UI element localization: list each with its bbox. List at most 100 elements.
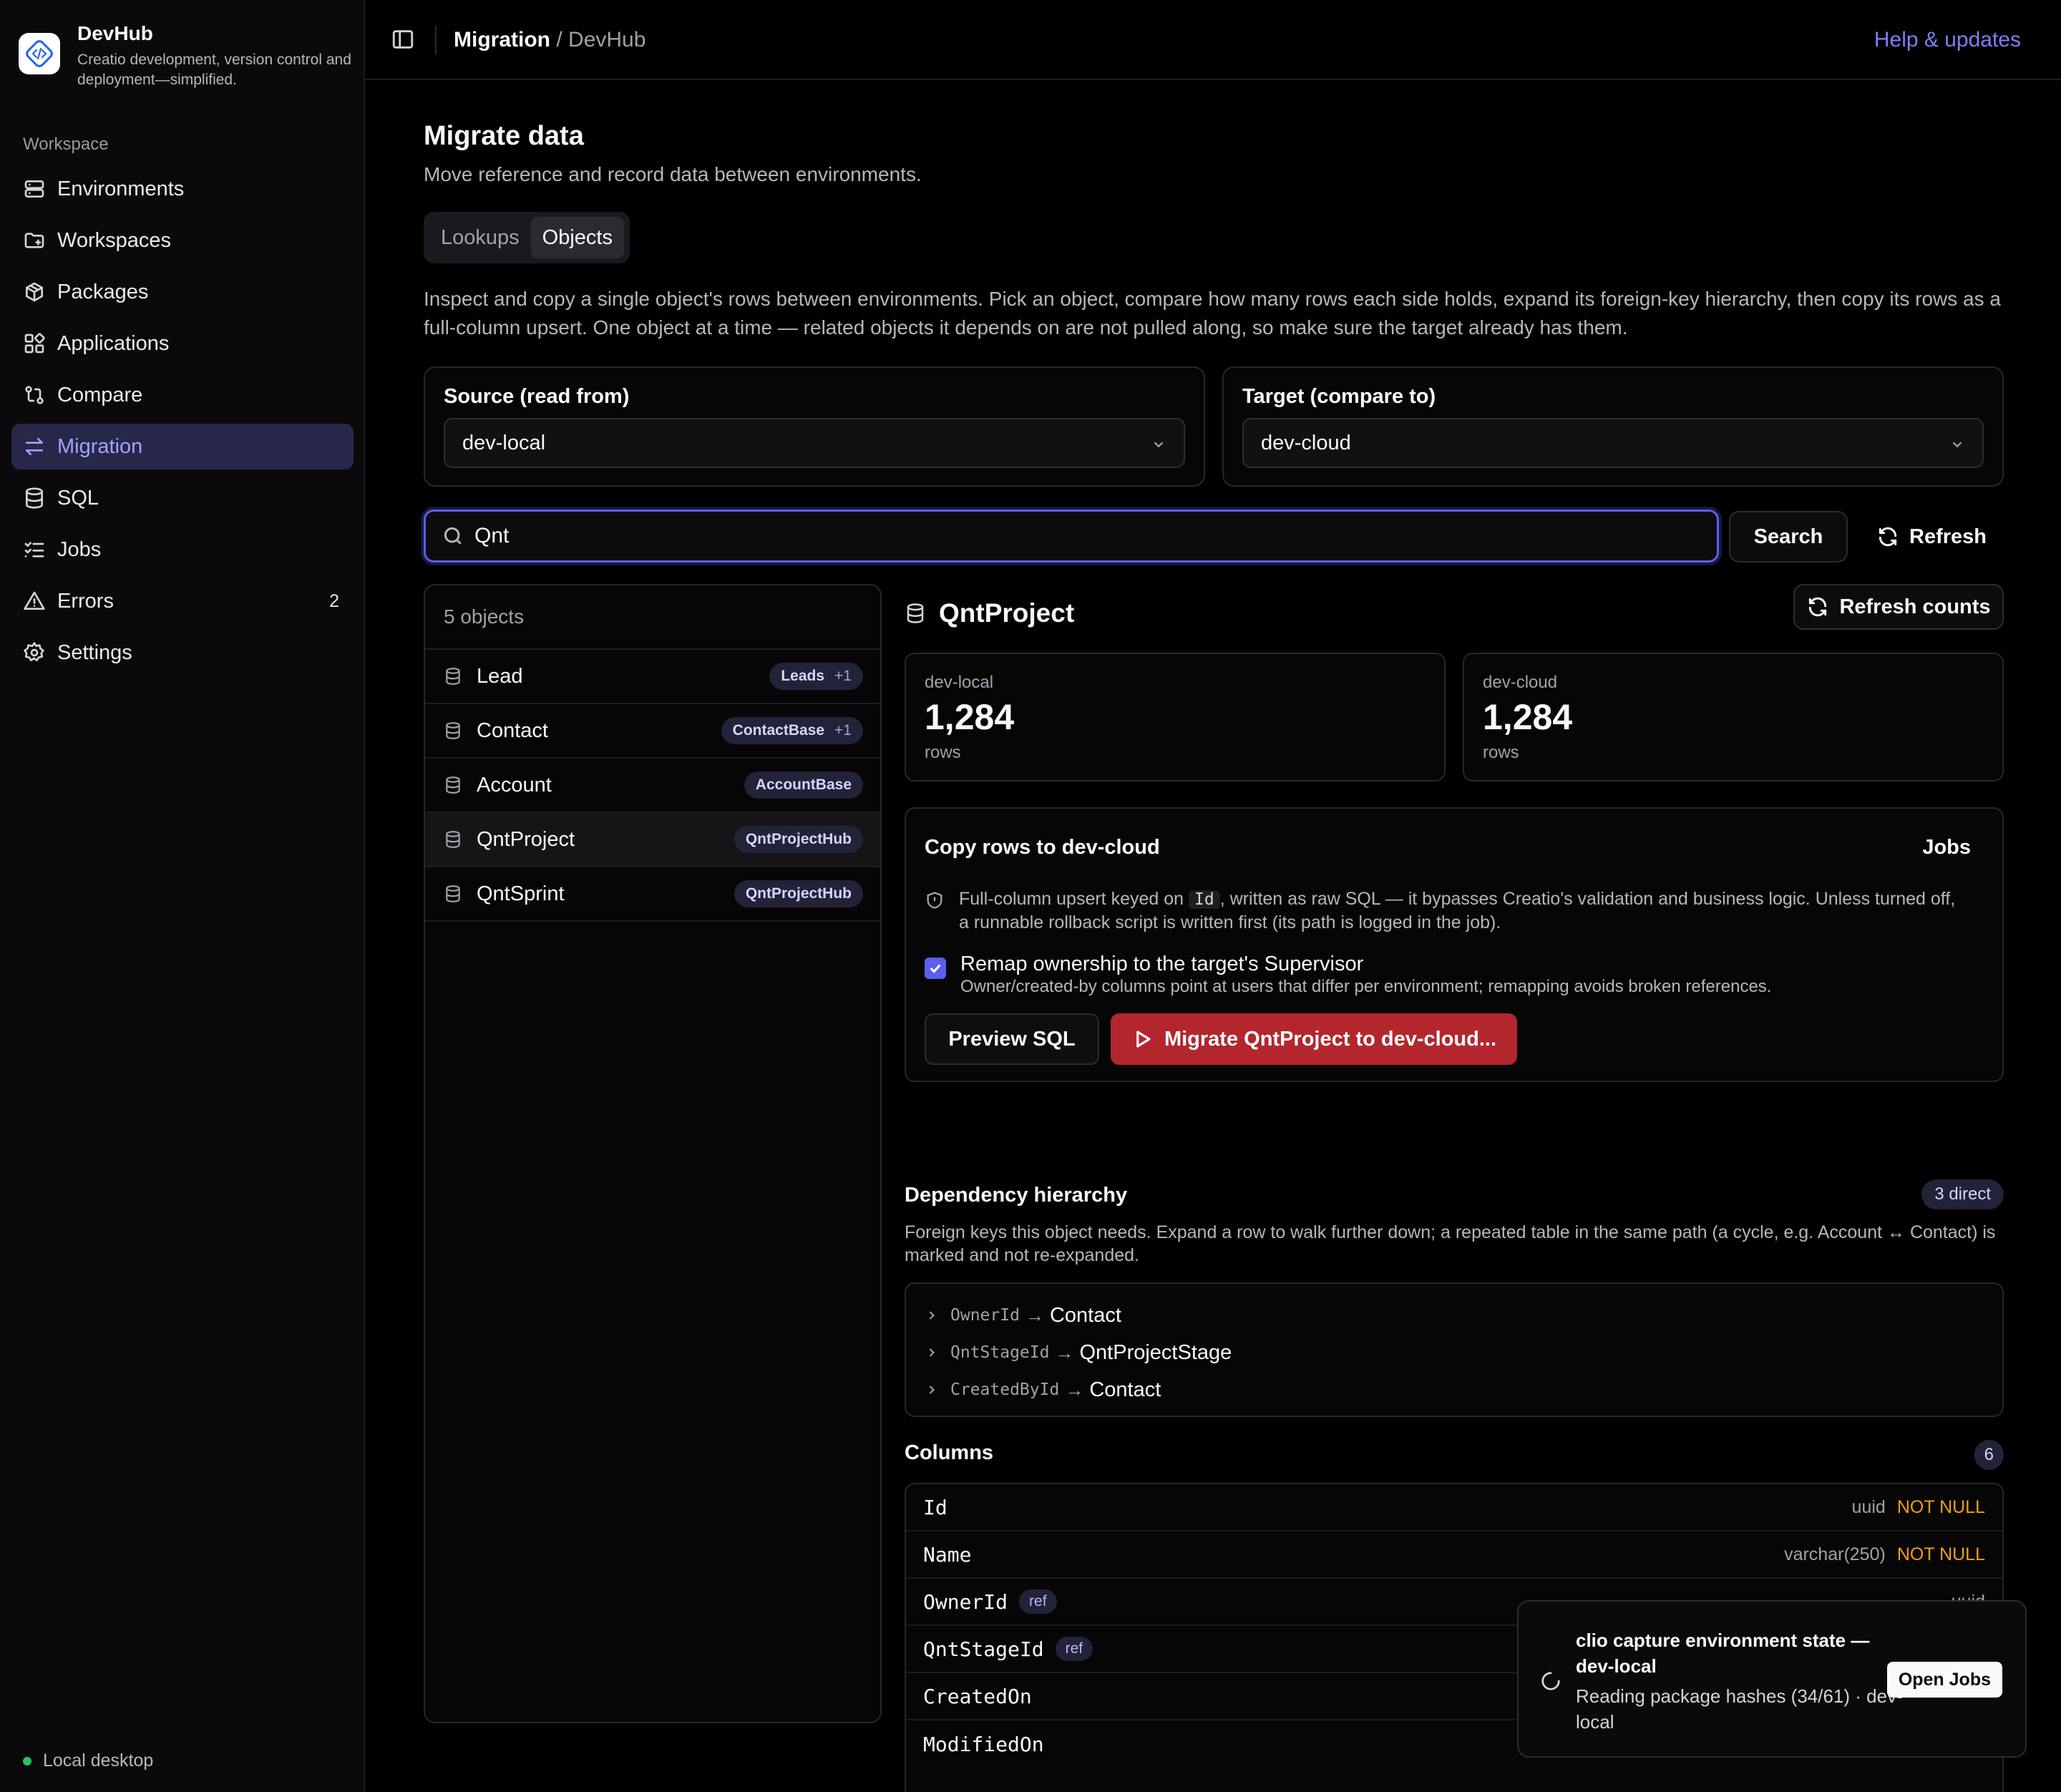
package-tag-label: QntProjectHub: [745, 885, 852, 902]
database-icon: [446, 831, 460, 848]
sidebar-item-sql[interactable]: SQL: [11, 475, 354, 521]
target-env-card: Target (compare to) dev-cloud: [1222, 366, 2004, 487]
sidebar-item-label: Migration: [57, 434, 143, 458]
sidebar-item-packages[interactable]: Packages: [11, 269, 354, 315]
fk-column: OwnerId: [950, 1306, 1020, 1325]
remap-ownership-checkbox[interactable]: [925, 958, 946, 979]
sidebar-item-label: Jobs: [57, 537, 102, 561]
object-list-panel: 5 objects Lead Leads +1 Contact ContactBa…: [424, 584, 882, 1723]
source-env-value: dev-local: [462, 431, 546, 454]
sidebar-item-jobs[interactable]: Jobs: [11, 527, 354, 573]
list-item[interactable]: Account AccountBase: [425, 759, 880, 813]
migrate-button[interactable]: Migrate QntProject to dev-cloud...: [1111, 1013, 1517, 1065]
connection-status-label: Local desktop: [43, 1750, 154, 1771]
source-row-count-card: dev-local 1,284 rows: [905, 653, 1446, 781]
sidebar-item-environments[interactable]: Environments: [11, 166, 354, 212]
breadcrumb-parent[interactable]: DevHub: [568, 28, 645, 52]
server-icon: [24, 180, 44, 198]
object-search-input[interactable]: [474, 524, 1717, 548]
database-icon: [446, 776, 460, 794]
fk-column: QntStageId: [950, 1343, 1050, 1362]
column-name: QntStageId: [923, 1637, 1044, 1661]
count-env: dev-cloud: [1483, 673, 1558, 692]
sidebar-item-workspaces[interactable]: Workspaces: [11, 218, 354, 263]
direct-deps-badge: 3 direct: [1921, 1179, 2004, 1209]
shield-icon: [927, 892, 942, 909]
target-row-count-card: dev-cloud 1,284 rows: [1463, 653, 2004, 781]
package-tag: Leads +1: [769, 663, 863, 690]
page-title: Migrate data: [424, 121, 584, 151]
key-column-code: Id: [1188, 890, 1220, 909]
workspace-section-label: Workspace: [23, 135, 109, 154]
database-icon: [907, 603, 924, 623]
package-tag-label: ContactBase: [732, 722, 825, 739]
app-tagline: Creatio development, version control and…: [77, 52, 351, 88]
sidebar-item-settings[interactable]: Settings: [11, 630, 354, 676]
sidebar-toggle-icon[interactable]: [391, 27, 415, 52]
source-label: Source (read from): [444, 385, 630, 408]
package-tag: AccountBase: [744, 771, 863, 799]
brand[interactable]: DevHub Creatio development, version cont…: [19, 21, 356, 90]
column-name: CreatedOn: [923, 1684, 1032, 1708]
dependency-tree: OwnerId → Contact QntStageId → QntProjec…: [905, 1282, 2004, 1417]
object-name: QntProject: [477, 827, 575, 851]
count-env: dev-local: [925, 673, 994, 692]
not-null-flag: NOT NULL: [1896, 1496, 1985, 1517]
sidebar-item-errors[interactable]: Errors 2: [11, 578, 354, 624]
copy-rows-title: Copy rows to dev-cloud: [925, 836, 1160, 859]
dependency-row[interactable]: OwnerId → Contact: [906, 1297, 2002, 1334]
topbar: Migration / DevHub Help & updates: [365, 0, 2061, 80]
refresh-counts-button[interactable]: Refresh counts: [1793, 584, 2004, 630]
app-logo-icon: [19, 33, 60, 74]
chevron-right-icon: [929, 1386, 935, 1394]
sidebar-item-label: Applications: [57, 331, 170, 355]
fk-arrow: →: [1055, 1341, 1074, 1363]
package-tag-extra: +1: [834, 668, 852, 684]
sidebar-item-applications[interactable]: Applications: [11, 321, 354, 366]
ref-badge: ref: [1019, 1589, 1057, 1614]
row-count-unit: rows: [925, 743, 961, 762]
package-tag-label: QntProjectHub: [745, 831, 852, 847]
open-jobs-button[interactable]: Open Jobs: [1886, 1662, 2002, 1698]
remap-ownership-option: Remap ownership to the target's Supervis…: [925, 952, 1771, 998]
object-search-field[interactable]: [424, 510, 1719, 563]
search-button[interactable]: Search: [1729, 511, 1848, 563]
fk-arrow: →: [1065, 1378, 1084, 1401]
folder-icon: [24, 233, 44, 248]
chevron-right-icon: [929, 1311, 935, 1320]
help-updates-link[interactable]: Help & updates: [1874, 26, 2021, 54]
remap-ownership-label[interactable]: Remap ownership to the target's Supervis…: [960, 952, 1771, 976]
row-count: 1,284: [1483, 697, 1573, 737]
refresh-button[interactable]: Refresh: [1859, 511, 2004, 563]
column-name: OwnerId: [923, 1589, 1008, 1614]
sidebar-item-label: SQL: [57, 486, 99, 510]
gear-icon: [24, 642, 44, 661]
source-env-select[interactable]: dev-local: [444, 418, 1185, 468]
tab-lookups[interactable]: Lookups: [429, 217, 531, 258]
sidebar-item-migration[interactable]: Migration: [11, 424, 354, 469]
target-label: Target (compare to): [1242, 385, 1436, 408]
dependency-row[interactable]: QntStageId → QntProjectStage: [906, 1334, 2002, 1371]
sidebar-item-compare[interactable]: Compare: [11, 372, 354, 418]
target-env-select[interactable]: dev-cloud: [1242, 418, 1984, 468]
warning-icon: [24, 591, 45, 610]
list-item[interactable]: Contact ContactBase +1: [425, 704, 880, 759]
list-item[interactable]: QntProject QntProjectHub: [425, 813, 880, 867]
fk-target-table: Contact: [1049, 1303, 1121, 1327]
not-null-flag: NOT NULL: [1896, 1544, 1985, 1564]
package-tag: ContactBase +1: [721, 717, 863, 744]
tab-objects[interactable]: Objects: [530, 217, 624, 258]
dependency-hierarchy-title: Dependency hierarchy: [905, 1184, 1128, 1207]
refresh-icon: [1879, 527, 1897, 547]
chevron-down-icon: [1154, 442, 1164, 448]
column-meta: varchar(250) NOT NULL: [1784, 1544, 1985, 1565]
chevron-down-icon: [1952, 442, 1962, 448]
page-subtitle: Move reference and record data between e…: [424, 163, 922, 185]
list-item[interactable]: QntSprint QntProjectHub: [425, 867, 880, 922]
jobs-link[interactable]: Jobs: [1922, 836, 1971, 860]
preview-sql-button[interactable]: Preview SQL: [925, 1013, 1099, 1065]
dependency-description: Foreign keys this object needs. Expand a…: [905, 1222, 1996, 1265]
refresh-label: Refresh: [1909, 525, 1987, 548]
list-item[interactable]: Lead Leads +1: [425, 650, 880, 704]
dependency-row[interactable]: CreatedById → Contact: [906, 1371, 2002, 1408]
